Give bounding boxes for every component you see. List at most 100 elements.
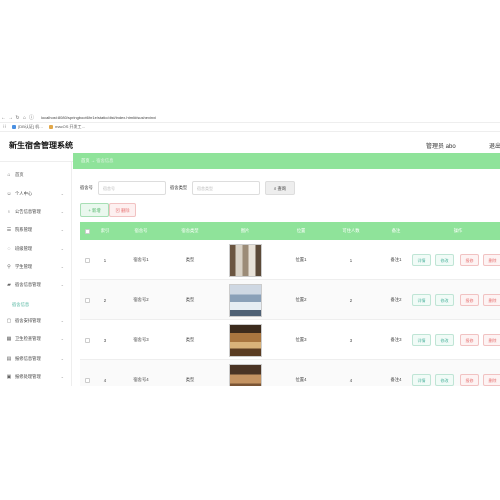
query-button[interactable]: ⌕ 查询 [265,181,295,195]
sidebar-item-10[interactable]: ▤ 报修信息管理 ⌄ [0,350,72,367]
room-photo[interactable] [228,323,262,357]
detail-button[interactable]: 详情 [412,254,431,266]
chat-icon: ◌ [7,245,11,252]
table-row: 2 宿舍号2 类型 位置2 2 备注2 详情 修改 报修 删除 [80,280,500,320]
repair-button[interactable]: 报修 [460,254,479,266]
table-cell-type: 类型 [185,377,195,382]
lock-icon: ⓘ [28,115,34,121]
edit-button[interactable]: 修改 [435,254,454,266]
room-type-input[interactable]: 宿舍类型 [192,181,260,195]
checkbox[interactable] [84,377,90,383]
add-button[interactable]: + 新增 [80,203,109,217]
select-all-checkbox[interactable] [80,222,94,240]
home-browser-icon[interactable]: ⌂ [21,115,28,121]
chevron-down-icon: ⌄ [60,209,64,214]
room-number-label: 宿舍号 [80,185,93,190]
table-cell-capacity: 4 [349,377,353,383]
column-header: 索引 [100,228,110,233]
table-cell-type: 类型 [185,257,195,262]
row-checkbox-cell[interactable] [80,360,94,386]
repair-button[interactable]: 报修 [460,334,479,346]
grid-icon: ▦ [6,335,12,342]
sidebar-item-label: 卫生检查管理 [15,335,41,341]
delete-button[interactable]: 删除 [483,294,500,306]
bookmark-icon [49,125,54,129]
sidebar-item-2[interactable]: ♁ 公告信息管理 ⌄ [0,203,72,220]
breadcrumb-home[interactable]: 首页 [81,158,90,163]
forward-icon[interactable]: → [7,115,14,121]
table-cell-location: 位置2 [295,297,307,302]
room-number-input[interactable]: 宿舍号 [98,181,166,195]
room-photo[interactable] [228,243,262,277]
table-row: 3 宿舍号3 类型 位置3 3 备注3 详情 修改 报修 删除 [80,320,500,360]
url-field[interactable]: localhost:8080/springboot6hr1e/static/di… [41,115,500,120]
sidebar-item-label: 班级管理 [15,245,33,251]
user-icon: ☺ [6,190,12,197]
chevron-down-icon: ⌄ [60,356,64,361]
sidebar-item-3[interactable]: ☰ 院系管理 ⌄ [0,221,72,238]
reload-icon[interactable]: ↻ [14,115,21,121]
delete-icon: ⊠ [115,208,120,213]
row-checkbox-cell[interactable] [80,240,94,280]
table-cell-note: 备注2 [390,297,402,302]
sidebar-item-label: 公告信息管理 [15,208,41,214]
bookmark-2[interactable]: macOS 开发工… [49,124,86,130]
table-row: 1 宿舍号1 类型 位置1 1 备注1 详情 修改 报修 删除 [80,240,500,280]
delete-button[interactable]: 删除 [483,334,500,346]
edit-button[interactable]: 修改 [435,294,454,306]
column-header: 图片 [240,228,250,233]
logout-link[interactable]: 退出登录 [489,141,500,150]
edit-button[interactable]: 修改 [435,334,454,346]
chevron-down-icon: ⌄ [60,374,64,379]
detail-button[interactable]: 详情 [412,374,431,386]
table-cell-type: 类型 [185,337,195,342]
column-header: 位置 [296,228,306,233]
sidebar-item-6[interactable]: ▰ 宿舍信息管理 ⌄ [0,276,72,293]
column-header: 可住人数 [342,228,360,233]
checkbox[interactable] [84,297,90,303]
delete-button[interactable]: 删除 [483,374,500,386]
edit-button[interactable]: 修改 [435,374,454,386]
back-icon[interactable]: ← [0,115,7,121]
bookmark-1[interactable]: [DB认证] 机… [12,124,43,130]
row-checkbox-cell[interactable] [80,320,94,360]
breadcrumb: 首页 → 宿舍信息 [73,153,500,169]
pin-icon: ⚲ [7,263,11,270]
checkbox[interactable] [84,257,90,263]
table-cell-room: 宿舍号4 [133,377,149,382]
sidebar-item-label: 宿舍信息管理 [15,281,41,287]
repair-button[interactable]: 报修 [460,294,479,306]
sidebar: ⌂ 首页 ☺ 个人中心 ⌄ ♁ 公告信息管理 ⌄ ☰ 院系管理 ⌄ ◌ 班级管理 ⌄ ⚲ 学生管理 ⌄ ▰ 宿舍信息… [0,162,72,386]
repair-button[interactable]: 报修 [460,374,479,386]
chevron-down-icon: ⌄ [60,264,64,269]
sidebar-item-4[interactable]: ◌ 班级管理 ⌄ [0,240,72,257]
sidebar-item-8[interactable]: ▢ 宿舍安排管理 ⌄ [0,312,72,329]
table-cell-index: 3 [103,337,107,343]
checkbox[interactable] [84,337,90,343]
room-photo[interactable] [228,363,262,386]
sidebar-item-9[interactable]: ▦ 卫生检查管理 ⌄ [0,330,72,347]
chevron-down-icon: ⌄ [60,282,64,287]
sidebar-item-11[interactable]: ▣ 报修处理管理 ⌄ [0,368,72,385]
batch-delete-button[interactable]: ⊠ 删除 [109,203,136,217]
table-cell-note: 备注4 [390,377,402,382]
table-row: 4 宿舍号4 类型 位置4 4 备注4 详情 修改 报修 删除 [80,360,500,386]
detail-button[interactable]: 详情 [412,334,431,346]
table-cell-location: 位置1 [295,257,307,262]
sidebar-item-5[interactable]: ⚲ 学生管理 ⌄ [0,258,72,275]
checkbox[interactable] [84,228,90,234]
row-checkbox-cell[interactable] [80,280,94,320]
apps-icon[interactable]: ⁝⁝ [3,124,6,130]
app-title: 新生宿舍管理系统 [9,141,73,150]
chevron-down-icon: ⌄ [60,336,64,341]
sidebar-item-label: 宿舍信息 [12,301,30,307]
table-cell-index: 1 [103,257,107,263]
breadcrumb-separator: → [90,158,96,163]
sidebar-item-1[interactable]: ☺ 个人中心 ⌄ [0,185,72,202]
sidebar-item-0[interactable]: ⌂ 首页 [0,166,72,183]
detail-button[interactable]: 详情 [412,294,431,306]
room-photo[interactable] [228,283,262,317]
delete-button[interactable]: 删除 [483,254,500,266]
sidebar-item-7[interactable]: 宿舍信息 [0,296,72,313]
list-icon: ▤ [6,355,12,362]
